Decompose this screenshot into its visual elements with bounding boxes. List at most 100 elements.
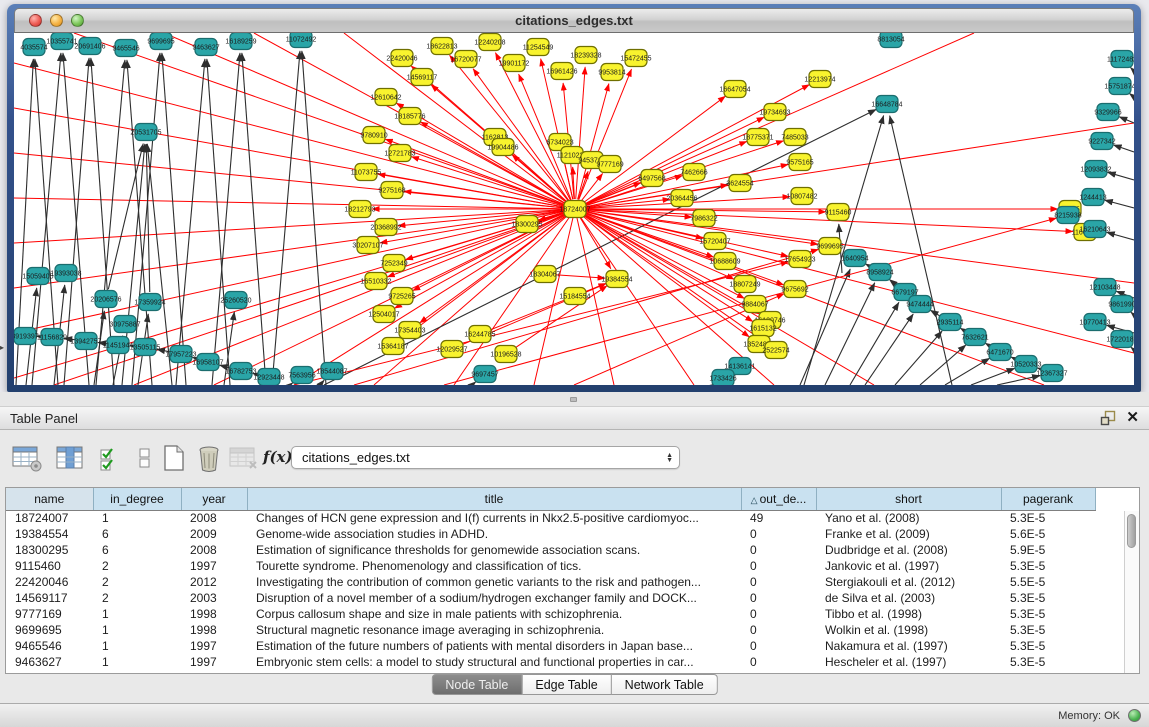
network-node[interactable]: 17359924	[134, 294, 165, 311]
network-node[interactable]: 9861990	[1108, 296, 1134, 313]
table-cell[interactable]: Wolkin et al. (1998)	[816, 622, 1001, 638]
network-node[interactable]: 17654923	[784, 251, 815, 268]
table-cell[interactable]: Hescheler et al. (1997)	[816, 654, 1001, 670]
table-cell[interactable]: 5.3E-5	[1001, 510, 1095, 526]
table-cell[interactable]: Corpus callosum shape and size in male p…	[247, 606, 741, 622]
network-node[interactable]: 9675692	[781, 281, 808, 298]
table-cell[interactable]: 22420046	[6, 574, 93, 590]
table-cell[interactable]: Dudbridge et al. (2008)	[816, 542, 1001, 558]
select-column-icon[interactable]	[56, 444, 84, 477]
network-node[interactable]: 12504017	[368, 306, 399, 323]
table-selector-dropdown[interactable]: citations_edges.txt ▲▼	[291, 446, 680, 469]
table-cell[interactable]: 9115460	[6, 558, 93, 574]
network-node[interactable]: 15059405	[22, 268, 53, 285]
network-node[interactable]: 18300295	[511, 216, 542, 233]
network-node[interactable]: 12093832	[1080, 161, 1111, 178]
table-row[interactable]: 977716911998Corpus callosum shape and si…	[6, 606, 1095, 622]
table-cell[interactable]: de Silva et al. (2003)	[816, 590, 1001, 606]
network-node[interactable]: 30975887	[109, 316, 140, 333]
network-node[interactable]: 9725265	[388, 288, 415, 305]
network-node[interactable]: 1615132	[749, 320, 776, 337]
network-node[interactable]: 8813054	[877, 33, 904, 48]
network-node[interactable]: 16210643	[1079, 221, 1110, 238]
scrollbar-thumb[interactable]	[1127, 514, 1136, 548]
table-cell[interactable]: 9699695	[6, 622, 93, 638]
tab-node-table[interactable]: Node Table	[431, 674, 522, 695]
table-cell[interactable]: 5.9E-5	[1001, 542, 1095, 558]
table-cell[interactable]: Yano et al. (2008)	[816, 510, 1001, 526]
network-node[interactable]: 9465546	[112, 40, 139, 57]
table-cell[interactable]: Tibbo et al. (1998)	[816, 606, 1001, 622]
table-cell[interactable]: 0	[741, 606, 816, 622]
splitter[interactable]	[0, 392, 1149, 406]
network-node[interactable]: 9474444	[906, 296, 933, 313]
table-cell[interactable]: 5.3E-5	[1001, 606, 1095, 622]
select-all-rows-icon[interactable]	[99, 444, 125, 477]
network-node[interactable]: 11254549	[523, 39, 554, 56]
network-node[interactable]: 9953814	[598, 64, 625, 81]
network-node[interactable]: 19393038	[50, 265, 81, 282]
function-builder-icon[interactable]: f(x)	[263, 448, 293, 466]
network-node[interactable]: 10196528	[490, 346, 521, 363]
table-row[interactable]: 911546021997Tourette syndrome. Phenomeno…	[6, 558, 1095, 574]
network-node[interactable]: 19901172	[499, 55, 530, 72]
network-node[interactable]: 20368992	[370, 219, 401, 236]
network-node[interactable]: 1733426	[709, 370, 736, 386]
network-node[interactable]: 9275168	[378, 182, 405, 199]
table-cell[interactable]: 18300295	[6, 542, 93, 558]
network-node[interactable]: 12240208	[474, 34, 505, 51]
network-node[interactable]: 20531705	[130, 124, 161, 141]
network-node[interactable]: 16782753	[225, 363, 256, 380]
column-header-title[interactable]: title	[247, 488, 741, 510]
table-cell[interactable]: 1	[93, 510, 181, 526]
network-node[interactable]: 7632621	[961, 329, 988, 346]
network-node[interactable]: 1244413	[1079, 189, 1106, 206]
network-node[interactable]: 15364187	[377, 338, 408, 355]
network-node[interactable]: 6497568	[638, 170, 665, 187]
network-node[interactable]: 12367327	[1036, 365, 1067, 382]
network-node[interactable]: 16720077	[450, 51, 481, 68]
network-node[interactable]: 7485033	[781, 129, 808, 146]
table-cell[interactable]: 5.3E-5	[1001, 558, 1095, 574]
network-node[interactable]: 10807482	[786, 188, 817, 205]
table-cell[interactable]: 0	[741, 590, 816, 606]
table-cell[interactable]: Embryonic stem cells: a model to study s…	[247, 654, 741, 670]
network-node[interactable]: 18304067	[529, 266, 560, 283]
network-node[interactable]: 18239328	[570, 47, 601, 64]
table-row[interactable]: 946554611997Estimation of the future num…	[6, 638, 1095, 654]
table-settings-icon[interactable]	[12, 444, 42, 477]
network-node[interactable]: 12213974	[804, 71, 835, 88]
table-cell[interactable]: 14569117	[6, 590, 93, 606]
column-header-short[interactable]: short	[816, 488, 1001, 510]
table-row[interactable]: 969969511998Structural magnetic resonanc…	[6, 622, 1095, 638]
table-row[interactable]: 1830029562008Estimation of significance …	[6, 542, 1095, 558]
network-node[interactable]: 2935114	[937, 314, 964, 331]
table-cell[interactable]: Franke et al. (2009)	[816, 526, 1001, 542]
table-row[interactable]: 946362711997Embryonic stem cells: a mode…	[6, 654, 1095, 670]
table-row[interactable]: 1456911722003Disruption of a novel membe…	[6, 590, 1095, 606]
network-node[interactable]: 16648784	[871, 96, 902, 113]
table-cell[interactable]: Estimation of the future numbers of pati…	[247, 638, 741, 654]
network-node[interactable]: 11072492	[286, 33, 317, 48]
table-cell[interactable]: Nakamura et al. (1997)	[816, 638, 1001, 654]
table-cell[interactable]: 49	[741, 510, 816, 526]
network-node[interactable]: 15720407	[699, 233, 730, 250]
network-node[interactable]: 18185776	[394, 108, 425, 125]
column-header-pagerank[interactable]: pagerank	[1001, 488, 1095, 510]
table-cell[interactable]: 1	[93, 638, 181, 654]
network-node[interactable]: 13942757	[70, 333, 101, 350]
table-row[interactable]: 1938455462009Genome-wide association stu…	[6, 526, 1095, 542]
network-node[interactable]: 8215938	[1054, 207, 1081, 224]
table-cell[interactable]: Disruption of a novel member of a sodium…	[247, 590, 741, 606]
table-cell[interactable]: 0	[741, 654, 816, 670]
network-node[interactable]: 16510332	[360, 273, 391, 290]
network-node[interactable]: 20691406	[74, 38, 105, 55]
network-node[interactable]: 11073755	[351, 164, 382, 181]
network-node[interactable]: 15751874	[1104, 78, 1134, 95]
network-node[interactable]: 19904486	[487, 139, 518, 156]
table-cell[interactable]: 2	[93, 590, 181, 606]
table-cell[interactable]: 2009	[181, 526, 247, 542]
table-cell[interactable]: 1	[93, 654, 181, 670]
network-node[interactable]: 10688609	[709, 253, 740, 270]
table-cell[interactable]: 18724007	[6, 510, 93, 526]
